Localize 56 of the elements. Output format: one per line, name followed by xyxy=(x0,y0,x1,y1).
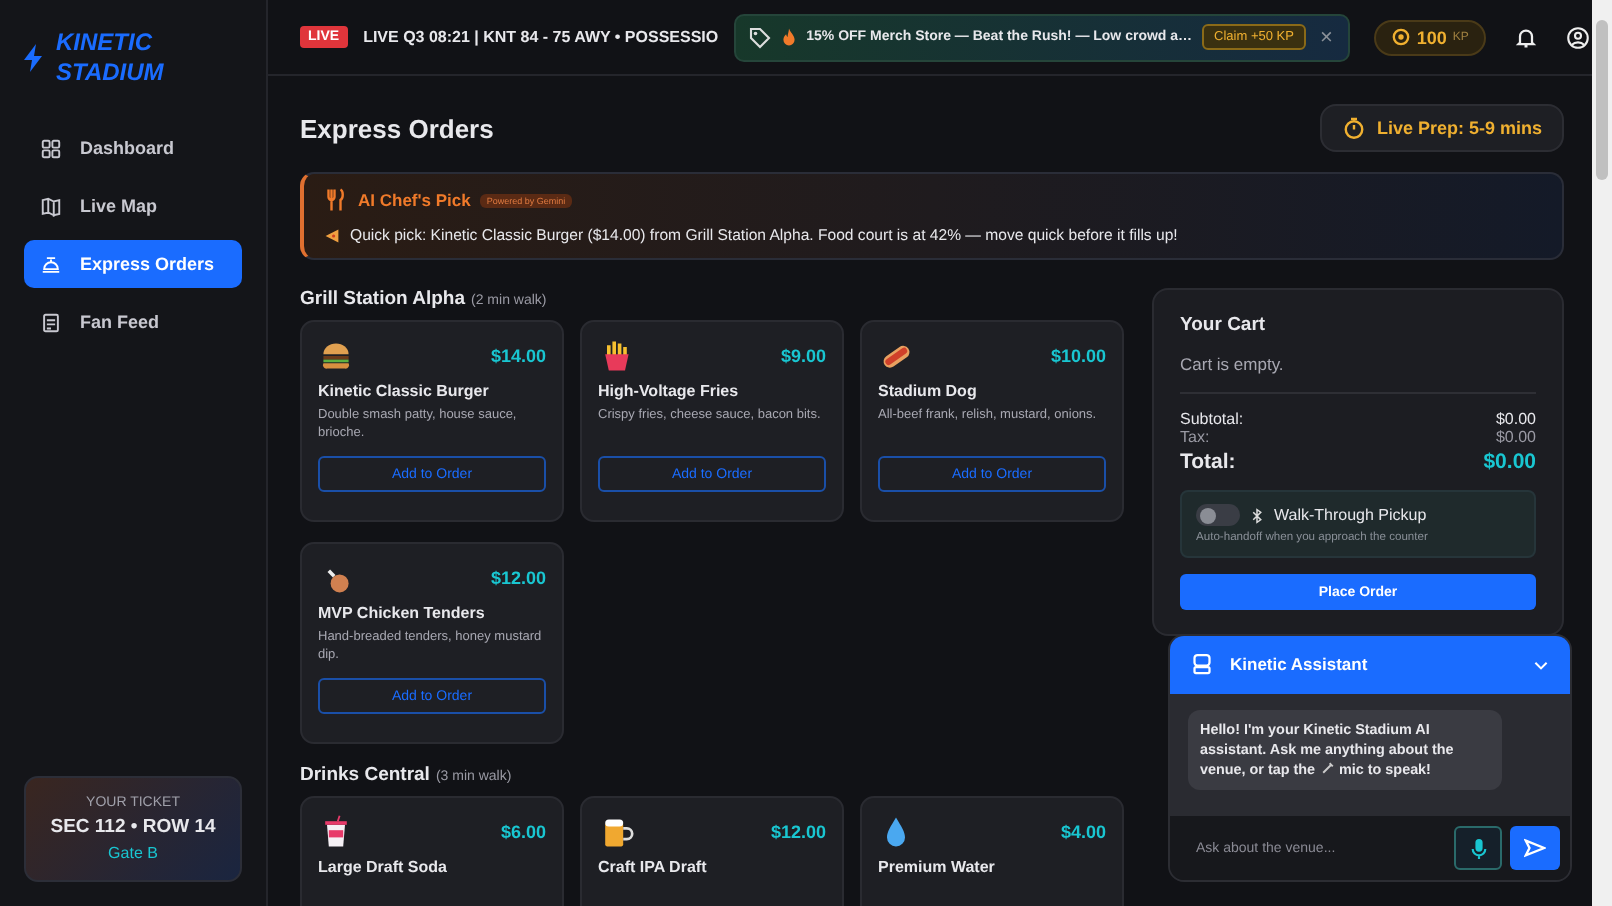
brand-logo-text: KINETIC STADIUM xyxy=(56,28,166,88)
item-name: Stadium Dog xyxy=(878,382,979,400)
page-title: Express Orders xyxy=(300,113,494,143)
pickup-label: Walk-Through Pickup xyxy=(1274,506,1427,524)
bell-icon[interactable] xyxy=(1514,25,1539,49)
fork-knife-icon xyxy=(324,188,348,212)
prep-time-badge: Live Prep: 5-9 mins xyxy=(1320,104,1564,152)
ticket-seat: SEC 112 • ROW 14 xyxy=(50,816,216,838)
user-icon[interactable] xyxy=(1566,25,1591,49)
score-ticker: LIVE Q3 08:21 | KNT 84 - 75 AWY • POSSESSIO xyxy=(363,28,719,46)
tax-label: Tax: xyxy=(1180,428,1210,446)
lightning-icon xyxy=(24,44,44,72)
item-name: Kinetic Classic Burger xyxy=(318,382,491,400)
assistant-title: Kinetic Assistant xyxy=(1230,654,1370,675)
map-icon xyxy=(40,195,62,217)
item-name: Large Draft Soda xyxy=(318,858,449,876)
subtotal-label: Subtotal: xyxy=(1180,410,1244,428)
grid-icon xyxy=(40,137,62,159)
item-price: $14.00 xyxy=(490,346,546,366)
flame-icon xyxy=(782,28,797,46)
item-name: High-Voltage Fries xyxy=(598,382,741,400)
sidebar-item[interactable]: Live Map xyxy=(24,182,242,230)
item-price: $9.00 xyxy=(780,346,826,366)
item-name: Premium Water xyxy=(878,858,997,876)
cart-title: Your Cart xyxy=(1180,314,1268,336)
section-heading: Drinks Central xyxy=(300,764,430,786)
send-icon xyxy=(1524,838,1546,858)
item-price: $12.00 xyxy=(490,568,546,588)
item-name: Craft IPA Draft xyxy=(598,858,709,876)
close-button[interactable]: × xyxy=(1315,25,1337,49)
item-price: $12.00 xyxy=(770,822,826,842)
microphone-button[interactable] xyxy=(1454,826,1502,870)
document-icon xyxy=(40,311,62,333)
pizza-slice-icon xyxy=(324,227,340,243)
section-heading: Grill Station Alpha xyxy=(300,288,466,310)
item-price: $6.00 xyxy=(500,822,546,842)
item-name: MVP Chicken Tenders xyxy=(318,604,487,622)
scrollbar[interactable] xyxy=(1592,0,1612,906)
item-price: $4.00 xyxy=(1060,822,1106,842)
total-value: $0.00 xyxy=(1483,450,1536,474)
sidebar-item[interactable]: Dashboard xyxy=(24,124,242,172)
tax-value: $0.00 xyxy=(1495,428,1536,446)
item-price: $10.00 xyxy=(1050,346,1106,366)
chef-pick-title: AI Chef's Pick xyxy=(358,190,471,210)
subtotal-value: $0.00 xyxy=(1495,410,1536,428)
bluetooth-icon xyxy=(1252,507,1262,523)
ticket-gate: Gate B xyxy=(108,844,158,862)
sidebar-item[interactable]: Express Orders xyxy=(24,240,242,288)
total-label: Total: xyxy=(1180,450,1236,474)
send-button[interactable] xyxy=(1510,826,1560,870)
tag-icon xyxy=(748,25,773,49)
sidebar-item[interactable]: Fan Feed xyxy=(24,298,242,346)
burger-icon xyxy=(318,338,354,374)
tray-icon xyxy=(40,253,62,275)
pickup-toggle[interactable] xyxy=(1196,504,1240,526)
cart-empty-text: Cart is empty. xyxy=(1180,354,1536,394)
